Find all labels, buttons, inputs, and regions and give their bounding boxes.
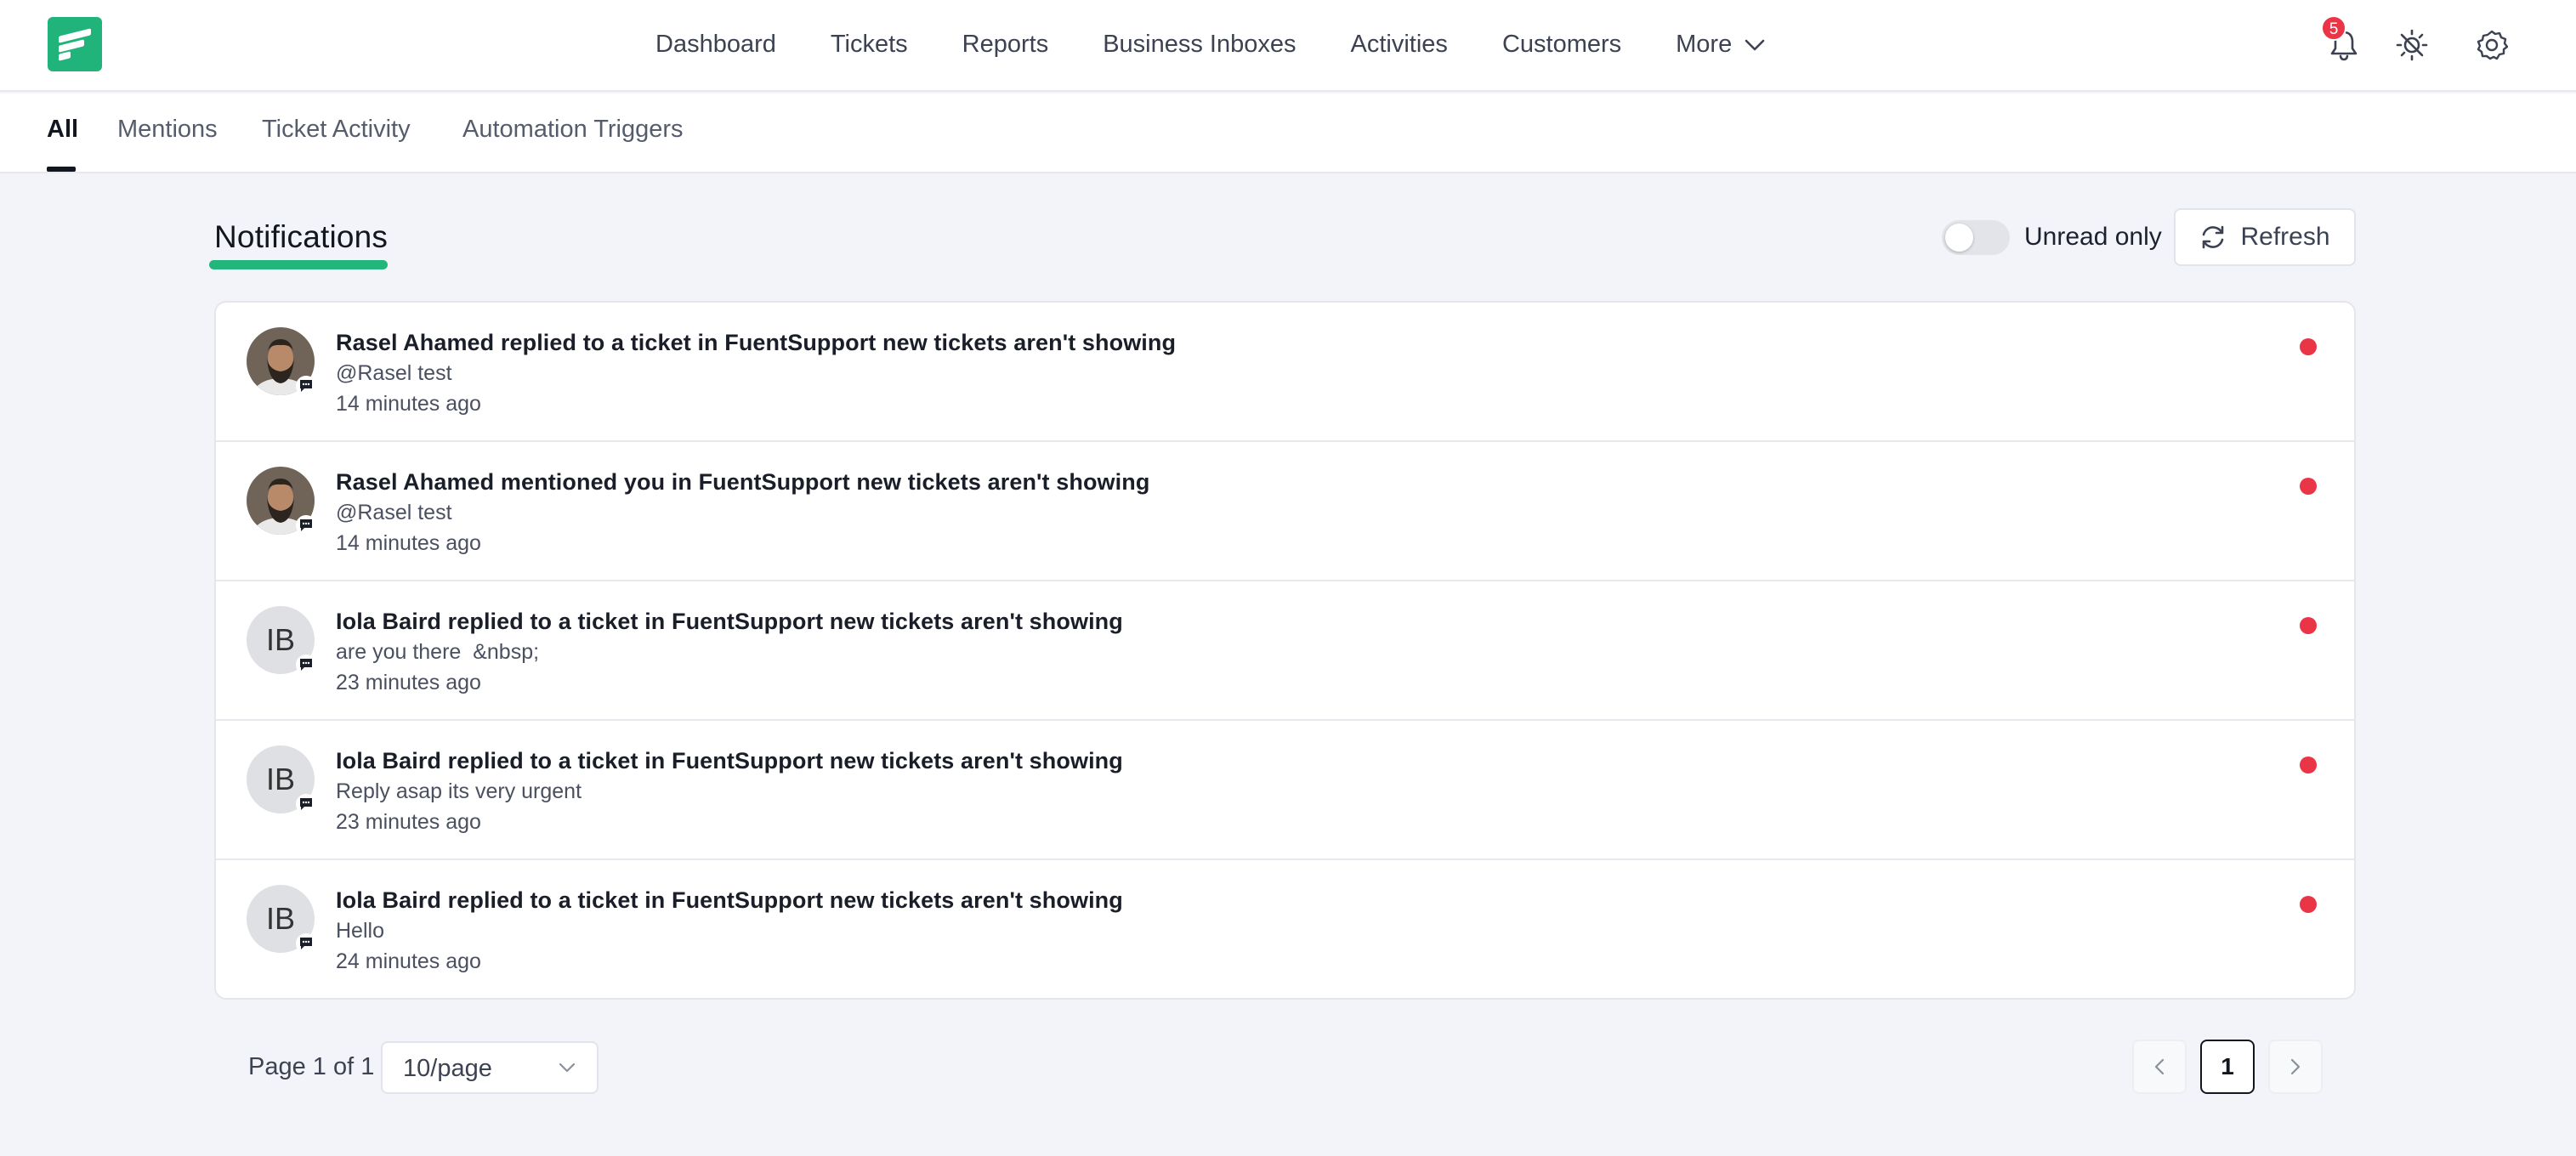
next-page-button[interactable] [2268,1040,2323,1094]
notification-excerpt: Hello [336,919,384,943]
notification-list: Rasel Ahamed replied to a ticket in Fuen… [214,301,2356,1000]
app-logo[interactable] [48,17,102,71]
top-navigation-bar: Dashboard Tickets Reports Business Inbox… [0,0,2576,92]
notification-time: 23 minutes ago [336,810,481,834]
current-page-button[interactable]: 1 [2200,1040,2255,1094]
tab-mentions[interactable]: Mentions [117,116,218,144]
nav-item-customers[interactable]: Customers [1502,31,1621,59]
previous-page-button[interactable] [2132,1040,2187,1094]
unread-indicator-dot [2300,478,2317,495]
unread-indicator-dot [2300,896,2317,913]
chevron-down-icon [559,1062,576,1073]
chat-bubble-icon [296,933,316,954]
nav-item-tickets[interactable]: Tickets [831,31,908,59]
notification-time: 24 minutes ago [336,949,481,973]
notification-title: Iola Baird replied to a ticket in FuentS… [336,748,1123,774]
notification-item[interactable]: Rasel Ahamed mentioned you in FuentSuppo… [216,442,2354,581]
unread-indicator-dot [2300,617,2317,634]
theme-toggle-icon [2396,29,2428,61]
tab-ticket-activity[interactable]: Ticket Activity [262,116,411,144]
chevron-down-icon [1745,39,1765,51]
refresh-button[interactable]: Refresh [2174,208,2356,266]
chevron-right-icon [2290,1058,2301,1075]
per-page-value: 10/page [403,1055,492,1082]
tab-all[interactable]: All [47,116,78,144]
notification-time: 14 minutes ago [336,531,481,555]
pagination-info: Page 1 of 1 [248,1053,375,1080]
notification-item[interactable]: IB Iola Baird replied to a ticket in Fue… [216,860,2354,998]
chat-bubble-icon [296,515,316,536]
unread-only-label: Unread only [2024,223,2162,251]
nav-item-more[interactable]: More [1676,31,1766,59]
notification-excerpt: Reply asap its very urgent [336,779,582,803]
notification-item[interactable]: Rasel Ahamed replied to a ticket in Fuen… [216,303,2354,442]
per-page-select[interactable]: 10/page [381,1041,599,1094]
unread-only-toggle[interactable] [1942,220,2010,255]
notification-excerpt: @Rasel test [336,361,452,385]
title-underline [209,260,388,269]
nav-item-dashboard[interactable]: Dashboard [655,31,776,59]
notification-time: 23 minutes ago [336,671,481,694]
chevron-left-icon [2154,1058,2165,1075]
chat-bubble-icon [296,654,316,675]
notification-title: Iola Baird replied to a ticket in FuentS… [336,609,1123,634]
nav-item-reports[interactable]: Reports [962,31,1049,59]
theme-toggle-button[interactable] [2392,26,2431,65]
notification-count-badge: 5 [2321,15,2346,41]
chat-bubble-icon [296,376,316,396]
notification-tabs: All Mentions Ticket Activity Automation … [0,94,2576,173]
notification-title: Rasel Ahamed mentioned you in FuentSuppo… [336,469,1150,495]
notification-excerpt: are you there &nbsp; [336,640,540,664]
notification-title: Iola Baird replied to a ticket in FuentS… [336,887,1123,913]
notification-item[interactable]: IB Iola Baird replied to a ticket in Fue… [216,581,2354,721]
notification-excerpt: @Rasel test [336,501,452,524]
notification-item[interactable]: IB Iola Baird replied to a ticket in Fue… [216,721,2354,860]
main-nav: Dashboard Tickets Reports Business Inbox… [655,0,1766,88]
nav-item-activities[interactable]: Activities [1351,31,1448,59]
toggle-knob [1945,224,1973,252]
chat-bubble-icon [296,794,316,814]
notification-time: 14 minutes ago [336,392,481,416]
unread-indicator-dot [2300,756,2317,774]
notification-title: Rasel Ahamed replied to a ticket in Fuen… [336,330,1177,355]
refresh-label: Refresh [2240,223,2330,251]
settings-button[interactable] [2472,26,2511,65]
refresh-icon [2203,225,2224,249]
nav-item-business-inboxes[interactable]: Business Inboxes [1103,31,1296,59]
settings-gear-icon [2477,30,2508,60]
unread-indicator-dot [2300,338,2317,355]
page-title: Notifications [214,219,389,254]
tab-automation-triggers[interactable]: Automation Triggers [462,116,684,144]
active-tab-indicator [47,167,76,172]
nav-item-more-label: More [1676,30,1733,58]
